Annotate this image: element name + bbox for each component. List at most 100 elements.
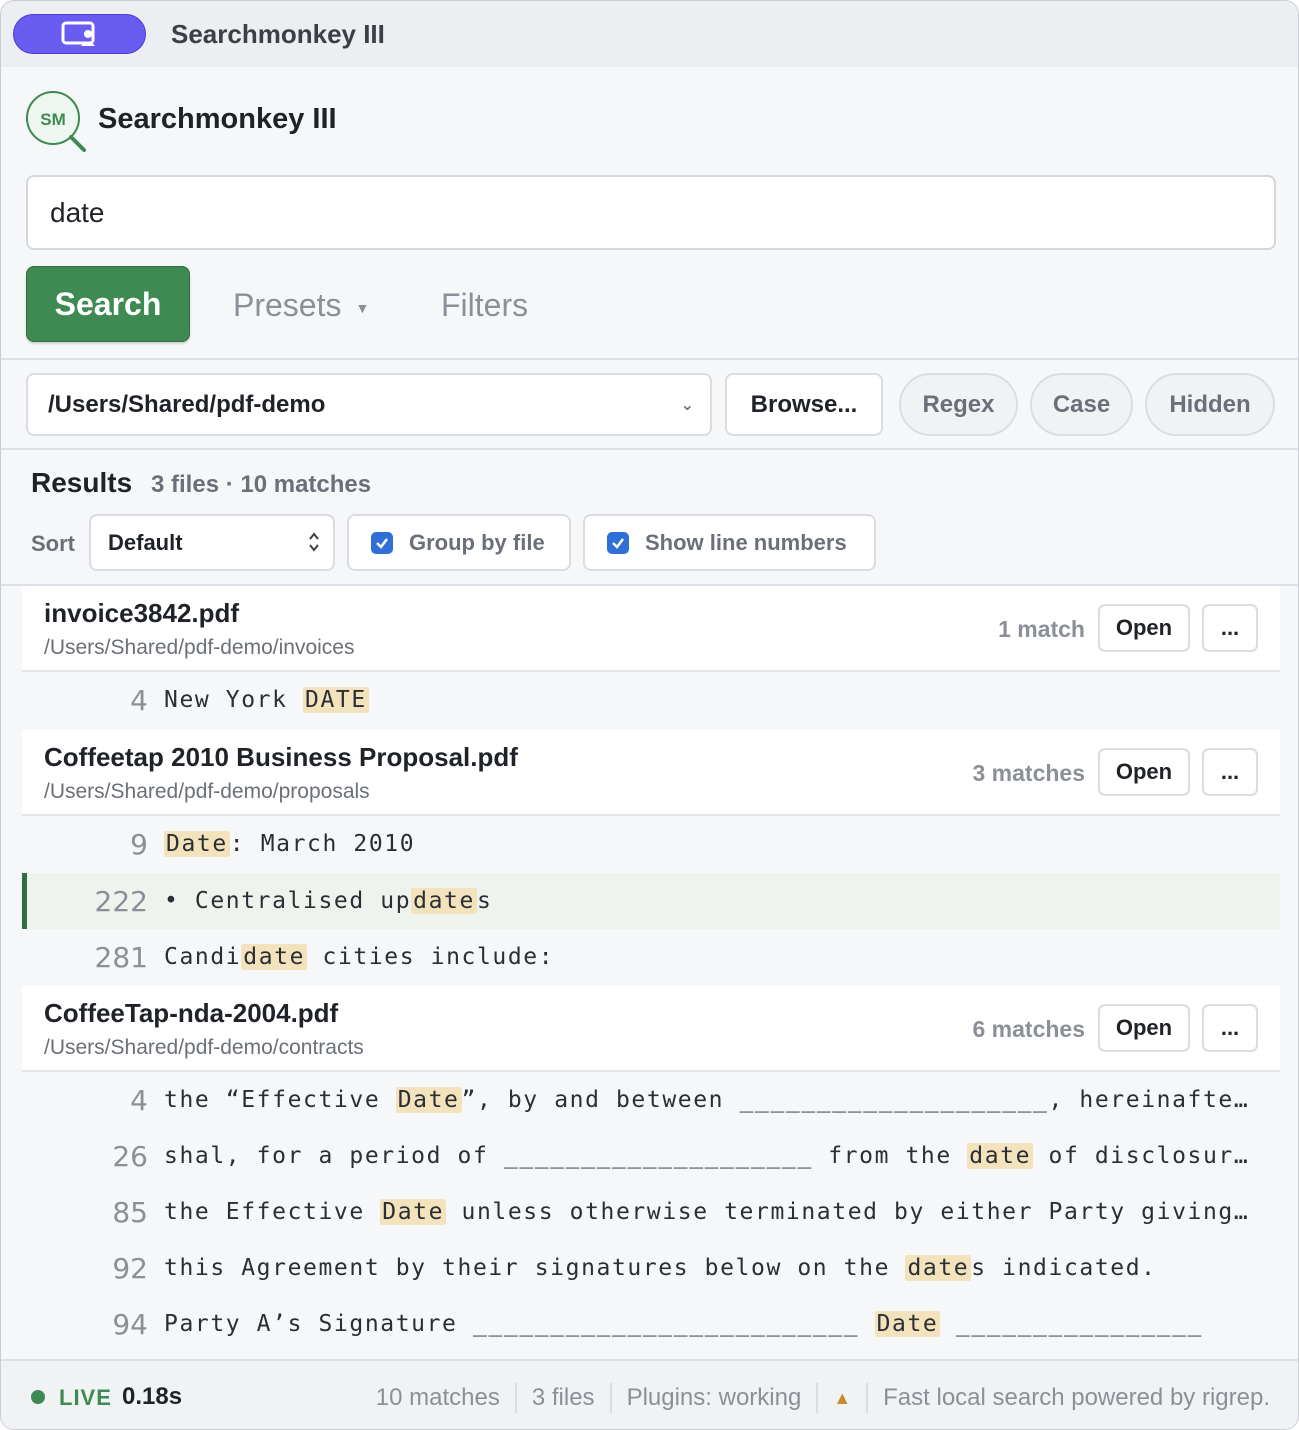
checkbox-checked-icon — [371, 531, 393, 554]
match-line[interactable]: 4 the “Effective Date”, by and between _… — [22, 1072, 1280, 1128]
line-text: Date: March 2010 — [164, 831, 416, 857]
line-number: 281 — [94, 940, 148, 974]
match-highlight: date — [905, 1255, 972, 1281]
match-count: 3 matches — [972, 760, 1085, 786]
path-select[interactable]: /Users/Shared/pdf-demo ⌄ — [26, 373, 712, 436]
window-title: Searchmonkey III — [171, 19, 385, 49]
file-group-header[interactable]: invoice3842.pdf /Users/Shared/pdf-demo/i… — [22, 586, 1280, 672]
match-line-selected[interactable]: 222 • Centralised updates — [22, 873, 1280, 929]
presets-label: Presets — [233, 287, 342, 323]
line-number: 85 — [112, 1195, 148, 1229]
regex-toggle[interactable]: Regex — [899, 373, 1018, 436]
group-by-file-label: Group by file — [409, 529, 545, 555]
match-line[interactable]: 92 this Agreement by their signatures be… — [22, 1240, 1280, 1296]
match-highlight: Date — [874, 1311, 941, 1337]
browse-button[interactable]: Browse... — [725, 373, 883, 436]
more-button[interactable]: ... — [1202, 748, 1258, 796]
match-count: 1 match — [998, 616, 1085, 642]
status-files: 3 files — [531, 1384, 595, 1411]
line-text: shal, for a period of __________________… — [164, 1143, 1258, 1169]
sort-value: Default — [108, 529, 183, 555]
line-text: the “Effective Date”, by and between ___… — [164, 1087, 1258, 1113]
title-bar: Searchmonkey III — [1, 1, 1298, 67]
hidden-toggle[interactable]: Hidden — [1145, 373, 1275, 436]
updown-chevron-icon — [309, 532, 319, 552]
warning-triangle-icon[interactable]: ▲ — [833, 1388, 851, 1409]
line-text: this Agreement by their signatures below… — [164, 1255, 1157, 1281]
show-line-numbers-checkbox[interactable]: Show line numbers — [583, 514, 876, 571]
search-time: 0.18s — [122, 1383, 183, 1410]
divider — [1, 448, 1298, 450]
match-line[interactable]: 85 the Effective Date unless otherwise t… — [22, 1184, 1280, 1240]
magnifier-logo-icon: SM — [26, 91, 86, 152]
match-highlight: date — [241, 944, 308, 970]
caret-down-icon: ▼ — [355, 299, 370, 316]
line-text: the Effective Date unless otherwise term… — [164, 1199, 1258, 1225]
filters-button[interactable]: Filters — [441, 287, 528, 324]
file-path: /Users/Shared/pdf-demo/contracts — [44, 1036, 364, 1059]
match-line[interactable]: 9 Date: March 2010 — [22, 816, 1280, 872]
open-button[interactable]: Open — [1098, 604, 1190, 652]
line-number: 94 — [112, 1307, 148, 1341]
file-path: /Users/Shared/pdf-demo/proposals — [44, 780, 370, 803]
group-by-file-checkbox[interactable]: Group by file — [347, 514, 571, 571]
match-highlight: date — [967, 1143, 1034, 1169]
results-list: invoice3842.pdf /Users/Shared/pdf-demo/i… — [1, 586, 1298, 1358]
match-line[interactable]: 26 shal, for a period of _______________… — [22, 1128, 1280, 1184]
search-button[interactable]: Search — [26, 266, 190, 342]
line-number: 4 — [130, 1083, 148, 1117]
sort-select[interactable]: Default — [89, 514, 335, 571]
file-group-header[interactable]: CoffeeTap-nda-2004.pdf /Users/Shared/pdf… — [22, 986, 1280, 1072]
search-header: SM Searchmonkey III Search Presets ▼ Filt… — [1, 67, 1298, 359]
match-highlight: Date — [164, 831, 230, 857]
match-line[interactable]: 94 Party A’s Signature _________________… — [22, 1296, 1280, 1352]
divider — [1, 358, 1298, 360]
show-line-numbers-label: Show line numbers — [645, 529, 847, 555]
results-header: Results 3 files · 10 matches Sort Defaul… — [1, 451, 1298, 585]
file-name: invoice3842.pdf — [44, 598, 240, 628]
results-summary: 3 files · 10 matches — [151, 471, 372, 498]
line-number: 26 — [112, 1139, 148, 1173]
open-button[interactable]: Open — [1098, 1004, 1190, 1052]
live-status-dot-icon — [31, 1390, 45, 1404]
match-highlight: Date — [380, 1199, 447, 1225]
case-toggle[interactable]: Case — [1030, 373, 1133, 436]
match-count: 6 matches — [972, 1016, 1085, 1042]
brand-logo-text: SM — [40, 110, 66, 129]
window-user-icon — [61, 21, 95, 46]
separator — [514, 1383, 517, 1413]
line-text: • Centralised updates — [164, 888, 493, 914]
status-items: 10 matches 3 files Plugins: working ▲ Fa… — [376, 1383, 1270, 1413]
open-button[interactable]: Open — [1098, 748, 1190, 796]
line-number: 92 — [112, 1251, 148, 1285]
live-label: LIVE — [59, 1385, 112, 1410]
more-button[interactable]: ... — [1202, 604, 1258, 652]
status-tagline: Fast local search powered by rigrep. — [883, 1384, 1270, 1411]
file-group-header[interactable]: Coffeetap 2010 Business Proposal.pdf /Us… — [22, 730, 1280, 816]
file-name: CoffeeTap-nda-2004.pdf — [44, 998, 339, 1028]
more-button[interactable]: ... — [1202, 1004, 1258, 1052]
app-window: Searchmonkey III SM Searchmonkey III Sea… — [0, 0, 1299, 1430]
file-name: Coffeetap 2010 Business Proposal.pdf — [44, 742, 518, 772]
brand-logo: SM — [26, 91, 86, 152]
separator — [816, 1383, 819, 1413]
match-line[interactable]: 4 New York DATE — [22, 672, 1280, 728]
app-switcher-button[interactable] — [13, 14, 146, 54]
chevron-down-icon: ⌄ — [680, 397, 694, 414]
status-bar: LIVE 0.18s 10 matches 3 files Plugins: w… — [1, 1359, 1298, 1429]
line-number: 9 — [130, 827, 148, 861]
status-matches: 10 matches — [375, 1384, 500, 1411]
match-line[interactable]: 281 Candidate cities include: — [22, 929, 1280, 985]
search-input[interactable] — [26, 175, 1276, 250]
match-highlight: Date — [395, 1087, 462, 1113]
path-value: /Users/Shared/pdf-demo — [48, 390, 326, 418]
match-highlight: DATE — [303, 687, 369, 713]
status-plugins: Plugins: working — [626, 1384, 802, 1411]
line-number: 4 — [130, 683, 148, 717]
presets-dropdown[interactable]: Presets ▼ — [233, 287, 369, 324]
separator — [609, 1383, 612, 1413]
line-text: New York DATE — [164, 687, 369, 713]
brand-name: Searchmonkey III — [98, 103, 337, 135]
line-number: 222 — [94, 884, 148, 918]
checkbox-checked-icon — [607, 531, 629, 554]
